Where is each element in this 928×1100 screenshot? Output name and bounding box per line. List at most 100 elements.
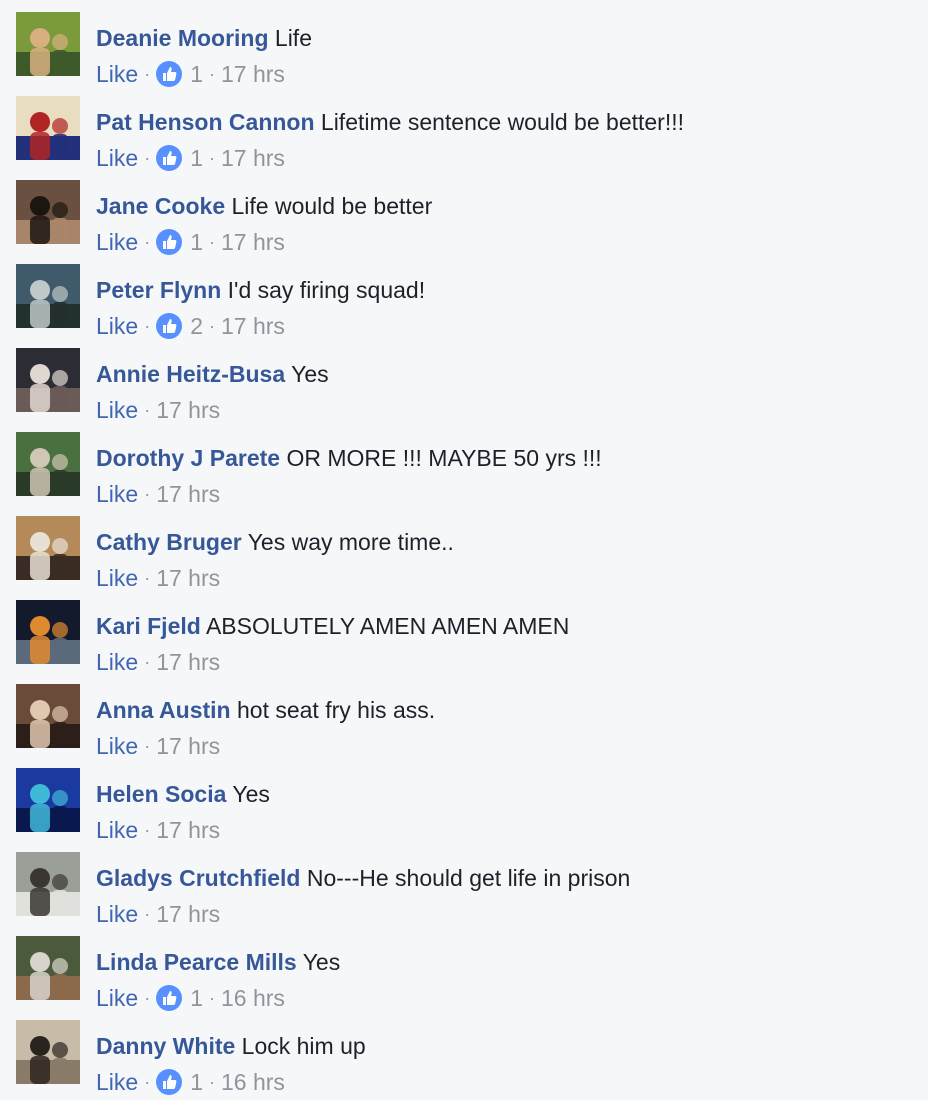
author-link[interactable]: Annie Heitz-Busa (96, 361, 285, 387)
avatar[interactable] (16, 12, 80, 76)
comment-actions: Like · 2 · 17 hrs (96, 312, 285, 340)
like-reaction-icon (156, 313, 183, 339)
comment-text: Yes (232, 781, 270, 807)
avatar[interactable] (16, 264, 80, 328)
timestamp-link[interactable]: 17 hrs (156, 816, 220, 844)
like-button[interactable]: Like (96, 816, 138, 844)
reaction-summary[interactable]: 1 (156, 228, 203, 256)
separator-dot: · (144, 568, 151, 588)
separator-dot: · (209, 232, 215, 252)
avatar[interactable] (16, 348, 80, 412)
comment-actions: Like · 17 hrs (96, 816, 220, 844)
reaction-summary[interactable]: 1 (156, 984, 203, 1012)
timestamp-link[interactable]: 17 hrs (221, 312, 285, 340)
like-button[interactable]: Like (96, 984, 138, 1012)
timestamp-link[interactable]: 17 hrs (156, 648, 220, 676)
like-button[interactable]: Like (96, 1068, 138, 1096)
timestamp-link[interactable]: 17 hrs (221, 144, 285, 172)
separator-dot: · (209, 316, 215, 336)
like-button[interactable]: Like (96, 648, 138, 676)
comment-item: Jane Cooke Life would be better Like · 1 · 17… (16, 180, 916, 255)
author-link[interactable]: Deanie Mooring (96, 25, 269, 51)
author-link[interactable]: Helen Socia (96, 781, 226, 807)
like-button[interactable]: Like (96, 60, 138, 88)
like-button[interactable]: Like (96, 228, 138, 256)
like-reaction-icon (156, 229, 183, 255)
comment-text: Life (274, 25, 312, 51)
comment-actions: Like · 1 · 16 hrs (96, 984, 285, 1012)
like-button[interactable]: Like (96, 312, 138, 340)
author-link[interactable]: Anna Austin (96, 697, 231, 723)
reaction-count: 1 (190, 229, 203, 255)
comment-text: ABSOLUTELY AMEN AMEN AMEN (205, 613, 570, 639)
timestamp-link[interactable]: 17 hrs (221, 228, 285, 256)
author-link[interactable]: Dorothy J Parete (96, 445, 280, 471)
comment-text: OR MORE !!! MAYBE 50 yrs !!! (286, 445, 602, 471)
separator-dot: · (144, 904, 151, 924)
comment-line: Peter Flynn I'd say firing squad! (96, 276, 425, 304)
like-button[interactable]: Like (96, 564, 138, 592)
timestamp-link[interactable]: 17 hrs (156, 480, 220, 508)
avatar[interactable] (16, 684, 80, 748)
separator-dot: · (144, 1072, 151, 1092)
timestamp-link[interactable]: 17 hrs (156, 732, 220, 760)
like-button[interactable]: Like (96, 480, 138, 508)
reaction-summary[interactable]: 2 (156, 312, 203, 340)
author-link[interactable]: Peter Flynn (96, 277, 221, 303)
avatar[interactable] (16, 432, 80, 496)
timestamp-link[interactable]: 16 hrs (221, 984, 285, 1012)
reaction-summary[interactable]: 1 (156, 60, 203, 88)
like-button[interactable]: Like (96, 144, 138, 172)
comment-actions: Like · 1 · 17 hrs (96, 228, 285, 256)
avatar[interactable] (16, 936, 80, 1000)
comment-actions: Like · 17 hrs (96, 732, 220, 760)
timestamp-link[interactable]: 17 hrs (156, 564, 220, 592)
avatar[interactable] (16, 600, 80, 664)
separator-dot: · (144, 316, 151, 336)
separator-dot: · (144, 820, 151, 840)
like-button[interactable]: Like (96, 396, 138, 424)
separator-dot: · (144, 148, 151, 168)
author-link[interactable]: Kari Fjeld (96, 613, 201, 639)
avatar[interactable] (16, 768, 80, 832)
comment-text: Yes (302, 949, 341, 975)
reaction-summary[interactable]: 1 (156, 144, 203, 172)
comment-actions: Like · 1 · 17 hrs (96, 144, 285, 172)
comment-item: Anna Austin hot seat fry his ass. Like · 17… (16, 684, 916, 759)
like-reaction-icon (156, 61, 183, 87)
avatar[interactable] (16, 180, 80, 244)
timestamp-link[interactable]: 16 hrs (221, 1068, 285, 1096)
like-button[interactable]: Like (96, 900, 138, 928)
separator-dot: · (144, 736, 151, 756)
comment-text: Lifetime sentence would be better!!! (320, 109, 685, 135)
timestamp-link[interactable]: 17 hrs (156, 396, 220, 424)
comment-item: Kari Fjeld ABSOLUTELY AMEN AMEN AMEN Like… (16, 600, 916, 675)
like-button[interactable]: Like (96, 732, 138, 760)
timestamp-link[interactable]: 17 hrs (156, 900, 220, 928)
timestamp-link[interactable]: 17 hrs (221, 60, 285, 88)
reaction-summary[interactable]: 1 (156, 1068, 203, 1096)
separator-dot: · (144, 64, 151, 84)
comment-actions: Like · 17 hrs (96, 900, 220, 928)
author-link[interactable]: Jane Cooke (96, 193, 225, 219)
comment-item: Danny White Lock him up Like · 1 · 16 hrs (16, 1020, 916, 1095)
avatar[interactable] (16, 516, 80, 580)
author-link[interactable]: Gladys Crutchfield (96, 865, 300, 891)
author-link[interactable]: Cathy Bruger (96, 529, 242, 555)
avatar[interactable] (16, 96, 80, 160)
comment-text: I'd say firing squad! (227, 277, 426, 303)
avatar[interactable] (16, 852, 80, 916)
reaction-count: 1 (190, 985, 203, 1011)
avatar[interactable] (16, 1020, 80, 1084)
author-link[interactable]: Danny White (96, 1033, 235, 1059)
like-reaction-icon (156, 1069, 183, 1095)
comment-line: Linda Pearce Mills Yes (96, 948, 340, 976)
comment-text: Lock him up (241, 1033, 366, 1059)
like-reaction-icon (156, 145, 183, 171)
separator-dot: · (209, 988, 215, 1008)
author-link[interactable]: Pat Henson Cannon (96, 109, 315, 135)
comment-item: Dorothy J Parete OR MORE !!! MAYBE 50 yr… (16, 432, 916, 507)
like-reaction-icon (156, 985, 183, 1011)
comment-item: Peter Flynn I'd say firing squad! Like · 2 ·… (16, 264, 916, 339)
author-link[interactable]: Linda Pearce Mills (96, 949, 297, 975)
